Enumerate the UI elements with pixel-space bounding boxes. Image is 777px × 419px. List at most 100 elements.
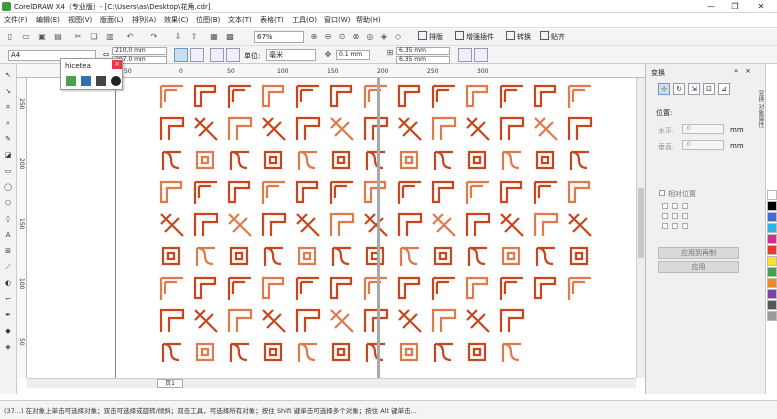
anchor-point[interactable]: [662, 203, 668, 209]
corner-ornament[interactable]: [329, 212, 355, 236]
anchor-point[interactable]: [672, 223, 678, 229]
corner-ornament[interactable]: [261, 180, 285, 204]
swatch-blue[interactable]: [767, 212, 777, 222]
docker-close-icon[interactable]: ×: [745, 67, 751, 75]
units-option-button[interactable]: [458, 48, 472, 62]
corner-ornament[interactable]: [535, 246, 555, 266]
corner-ornament[interactable]: [569, 246, 589, 266]
corner-ornament[interactable]: [567, 276, 591, 300]
corner-ornament[interactable]: [193, 276, 217, 300]
corner-ornament[interactable]: [329, 180, 353, 204]
polygon-tool-icon[interactable]: ⬠: [2, 198, 14, 208]
smart-fill-icon[interactable]: ◪: [2, 150, 14, 160]
corner-ornament[interactable]: [397, 212, 423, 236]
corner-ornament[interactable]: [227, 180, 251, 204]
corner-ornament[interactable]: [397, 84, 421, 108]
swatch-red[interactable]: [767, 245, 777, 255]
tab-size[interactable]: ⊡: [703, 83, 715, 95]
eyedropper-tool-icon[interactable]: ⌐: [2, 294, 14, 304]
corner-ornament[interactable]: [263, 342, 283, 362]
corner-ornament[interactable]: [295, 180, 319, 204]
corner-ornament[interactable]: [365, 150, 385, 170]
copy-icon[interactable]: ❏: [88, 31, 100, 43]
corner-ornament[interactable]: [533, 212, 559, 236]
corner-ornament[interactable]: [365, 246, 385, 266]
tab-position[interactable]: ⊹: [658, 83, 670, 95]
corner-ornament[interactable]: [466, 309, 490, 333]
panel-qrcode-icon[interactable]: [96, 76, 106, 86]
import-icon[interactable]: ⇩: [172, 31, 184, 43]
corner-ornament[interactable]: [363, 276, 387, 300]
corner-ornament[interactable]: [295, 116, 321, 140]
corner-ornament[interactable]: [433, 246, 453, 266]
anchor-grid[interactable]: [662, 203, 706, 229]
corner-ornament[interactable]: [465, 84, 489, 108]
corner-ornament[interactable]: [499, 276, 523, 300]
all-pages-button[interactable]: [210, 48, 224, 62]
page-tab[interactable]: 页1: [157, 379, 183, 388]
rectangle-tool-icon[interactable]: ▭: [2, 166, 14, 176]
zoom-page-icon[interactable]: ◎: [364, 31, 376, 43]
save-icon[interactable]: ▣: [36, 31, 48, 43]
corner-ornament[interactable]: [330, 117, 354, 141]
corner-ornament[interactable]: [330, 309, 354, 333]
dimension-tool-icon[interactable]: ⟋: [2, 262, 14, 272]
tab-rotate[interactable]: ↻: [673, 83, 685, 95]
corner-ornament[interactable]: [229, 342, 249, 362]
menu-effects[interactable]: 效果(C): [164, 15, 188, 25]
corner-ornament[interactable]: [295, 84, 319, 108]
corner-ornament[interactable]: [331, 150, 351, 170]
tab-skew[interactable]: ⊿: [718, 83, 730, 95]
swatch-cyan[interactable]: [767, 223, 777, 233]
side-tab-transform[interactable]: 变换: [757, 90, 764, 102]
duplicate-y-field[interactable]: 6.35 mm: [396, 56, 450, 64]
swatch-magenta[interactable]: [767, 234, 777, 244]
corner-ornament[interactable]: [363, 84, 387, 108]
swatch-white[interactable]: [767, 190, 777, 200]
corner-ornament[interactable]: [363, 180, 387, 204]
anchor-point[interactable]: [662, 223, 668, 229]
corner-ornament[interactable]: [499, 116, 525, 140]
anchor-point[interactable]: [672, 213, 678, 219]
corner-ornament[interactable]: [499, 180, 523, 204]
pick-tool-icon[interactable]: ↖: [2, 70, 14, 80]
swatch-gray[interactable]: [767, 300, 777, 310]
corner-ornament[interactable]: [431, 84, 455, 108]
docker-collapse-icon[interactable]: »: [734, 67, 738, 75]
minimize-button[interactable]: —: [700, 0, 722, 13]
paste-icon[interactable]: ▥: [104, 31, 116, 43]
current-page-button[interactable]: [226, 48, 240, 62]
corner-ornament[interactable]: [465, 276, 489, 300]
app-launcher-icon[interactable]: ▦: [208, 31, 220, 43]
vertical-scroll-thumb[interactable]: [638, 188, 644, 258]
anchor-point[interactable]: [682, 213, 688, 219]
corner-ornament[interactable]: [567, 180, 591, 204]
new-document-icon[interactable]: ▯: [4, 31, 16, 43]
corner-ornament[interactable]: [363, 308, 389, 332]
floating-toolbar-panel[interactable]: hicetea ×: [60, 58, 123, 90]
swatch-light-gray[interactable]: [767, 311, 777, 321]
swatch-green[interactable]: [767, 267, 777, 277]
export-icon[interactable]: ⇧: [188, 31, 200, 43]
horizontal-scrollbar[interactable]: 页1: [27, 378, 636, 388]
corner-ornament[interactable]: [261, 212, 287, 236]
menu-bitmaps[interactable]: 位图(B): [196, 15, 220, 25]
panel-record-icon[interactable]: [111, 76, 121, 86]
cut-icon[interactable]: ✂: [72, 31, 84, 43]
redo-icon[interactable]: ↷: [148, 31, 160, 43]
interactive-fill-icon[interactable]: ◈: [2, 342, 14, 352]
panel-tool-icon[interactable]: [66, 76, 76, 86]
corner-ornament[interactable]: [533, 84, 557, 108]
maximize-button[interactable]: ❐: [724, 0, 746, 13]
menu-tools[interactable]: 工具(O): [292, 15, 317, 25]
anchor-point[interactable]: [682, 223, 688, 229]
table-tool-icon[interactable]: ⊞: [2, 246, 14, 256]
corner-ornament[interactable]: [194, 117, 218, 141]
corner-ornament[interactable]: [500, 213, 524, 237]
corner-ornament[interactable]: [297, 246, 317, 266]
corner-ornament[interactable]: [261, 84, 285, 108]
corner-ornament[interactable]: [399, 246, 419, 266]
snap-to-button[interactable]: 贴齐: [540, 31, 565, 43]
corner-ornament[interactable]: [159, 84, 183, 108]
corner-ornament[interactable]: [431, 116, 457, 140]
